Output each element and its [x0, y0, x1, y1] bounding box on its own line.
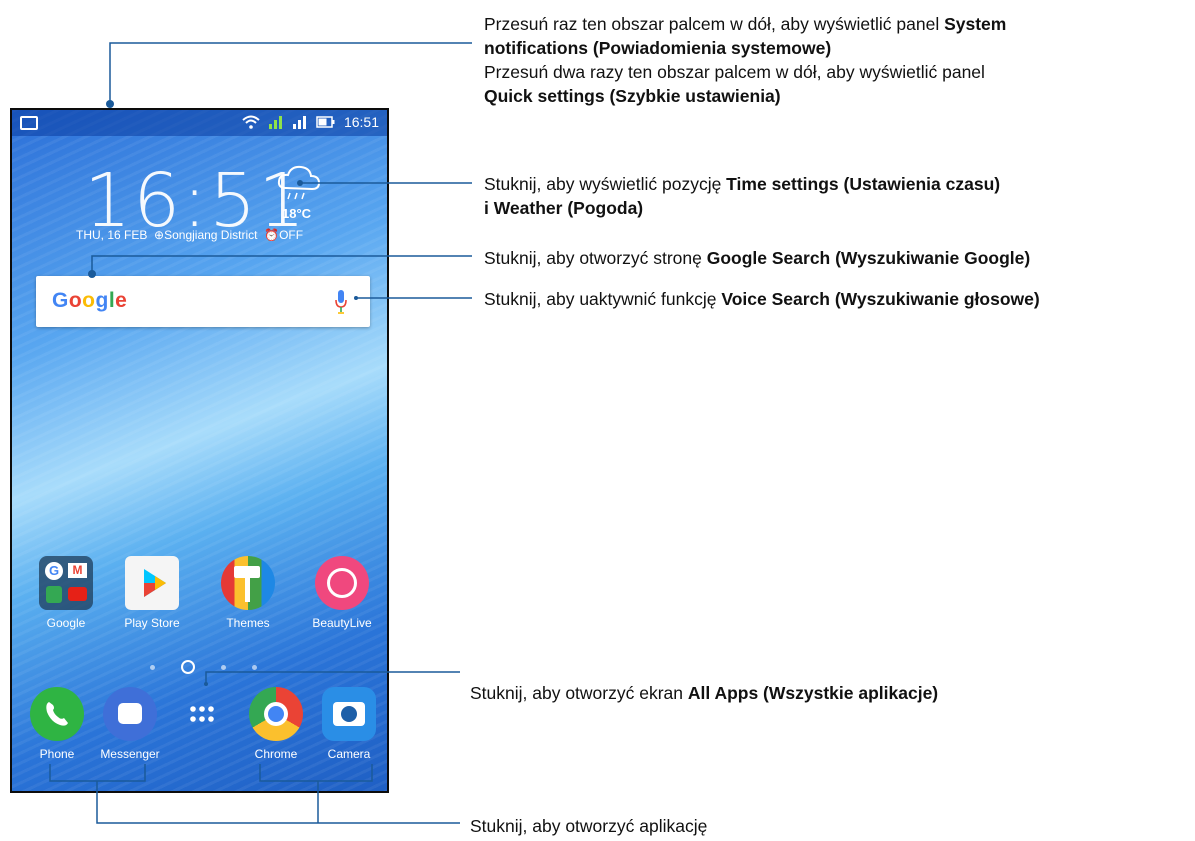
- annotation-all-apps: Stuknij, aby otworzyć ekran All Apps (Ws…: [470, 681, 1170, 705]
- annotation-text: Stuknij, aby wyświetlić pozycję: [484, 174, 727, 194]
- annotation-text: Stuknij, aby uaktywnić funkcję: [484, 289, 722, 309]
- annotation-text: Przesuń raz ten obszar palcem w dół, aby…: [484, 14, 945, 34]
- annotation-bold: i Weather (Pogoda): [484, 198, 644, 218]
- annotation-bold: notifications (Powiadomienia systemowe): [484, 38, 832, 58]
- annotation-open-app: Stuknij, aby otworzyć aplikację: [470, 814, 1070, 838]
- annotation-status-bar: Przesuń raz ten obszar palcem w dół, aby…: [484, 12, 1184, 108]
- annotation-text: Stuknij, aby otworzyć ekran: [470, 683, 688, 703]
- annotation-bold: Quick settings (Szybkie ustawienia): [484, 86, 781, 106]
- annotation-bold: Voice Search (Wyszukiwanie głosowe): [721, 289, 1040, 309]
- annotation-bold: All Apps (Wszystkie aplikacje): [687, 683, 939, 703]
- callout-lines: [49, 42, 472, 824]
- annotation-google-search: Stuknij, aby otworzyć stronę Google Sear…: [484, 246, 1194, 270]
- annotation-bold: System: [944, 14, 1007, 34]
- annotation-bold: Time settings (Ustawienia czasu): [726, 174, 1001, 194]
- annotation-text: Stuknij, aby otworzyć aplikację: [470, 816, 708, 836]
- annotation-voice-search: Stuknij, aby uaktywnić funkcję Voice Sea…: [484, 287, 1194, 311]
- annotation-text: Stuknij, aby otworzyć stronę: [484, 248, 707, 268]
- annotation-bold: Google Search (Wyszukiwanie Google): [706, 248, 1031, 268]
- annotation-time-weather: Stuknij, aby wyświetlić pozycję Time set…: [484, 172, 1184, 220]
- annotation-text: Przesuń dwa razy ten obszar palcem w dół…: [484, 62, 985, 82]
